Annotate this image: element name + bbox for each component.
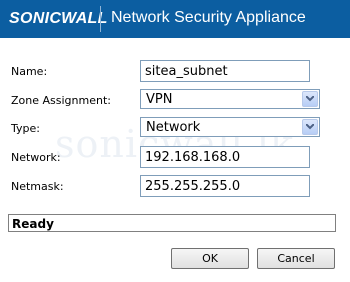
netmask-field[interactable]: 255.255.255.0 <box>140 175 310 197</box>
name-field[interactable]: sitea_subnet <box>140 60 310 82</box>
chevron-down-icon[interactable] <box>302 119 318 135</box>
header-divider <box>100 6 101 32</box>
header-title: Network Security Appliance <box>111 9 306 26</box>
status-bar: Ready <box>8 214 336 232</box>
sonicwall-logo: SONICWALL <box>9 10 108 27</box>
type-label: Type: <box>11 122 40 135</box>
type-value: Network <box>146 120 201 135</box>
ok-button[interactable]: OK <box>171 248 249 269</box>
type-select[interactable]: Network <box>140 117 320 137</box>
chevron-down-icon[interactable] <box>302 91 318 107</box>
name-label: Name: <box>11 65 48 78</box>
zone-assignment-select[interactable]: VPN <box>140 89 320 109</box>
cancel-button[interactable]: Cancel <box>257 248 335 269</box>
app-header: SONICWALL Network Security Appliance <box>0 0 350 38</box>
netmask-label: Netmask: <box>11 180 64 193</box>
network-field[interactable]: 192.168.168.0 <box>140 146 310 168</box>
zone-assignment-value: VPN <box>146 92 173 107</box>
network-label: Network: <box>11 151 61 164</box>
zone-assignment-label: Zone Assignment: <box>11 94 111 107</box>
